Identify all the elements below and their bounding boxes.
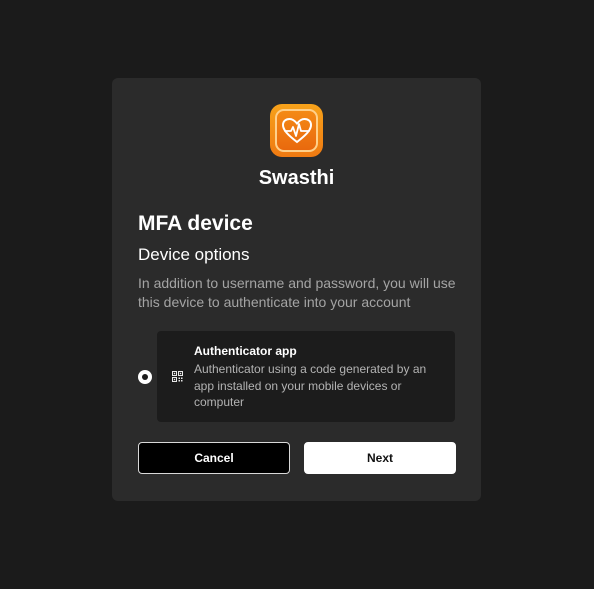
cancel-button[interactable]: Cancel [138, 442, 290, 474]
option-description: Authenticator using a code generated by … [194, 362, 427, 409]
qr-code-icon [172, 371, 183, 382]
section-description: In addition to username and password, yo… [138, 275, 456, 310]
page-title: MFA device [138, 212, 253, 235]
section-subtitle: Device options [138, 245, 250, 264]
next-button[interactable]: Next [304, 442, 456, 474]
radio-selected-dot [142, 374, 148, 380]
authenticator-radio[interactable] [138, 370, 152, 384]
option-authenticator-app[interactable]: Authenticator app Authenticator using a … [157, 331, 455, 422]
app-logo [270, 104, 323, 157]
mfa-card: Swasthi MFA device Device options In add… [112, 78, 481, 501]
heart-pulse-icon [275, 109, 318, 152]
option-title: Authenticator app [194, 344, 297, 358]
brand-name: Swasthi [258, 167, 335, 189]
